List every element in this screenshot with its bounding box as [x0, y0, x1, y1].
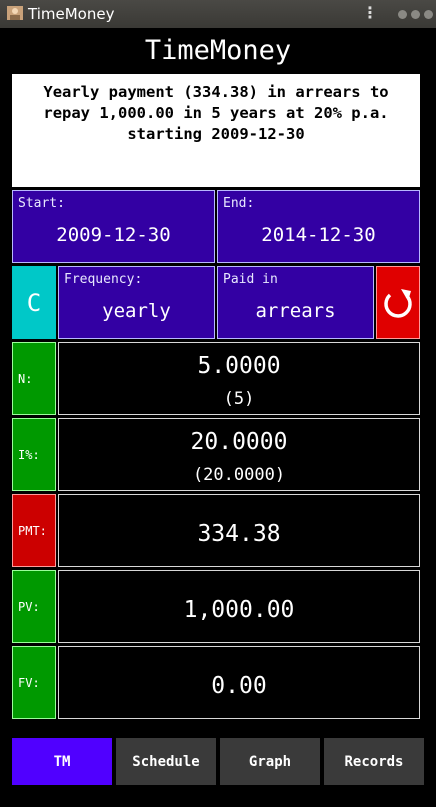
description-line: repay 1,000.00 in 5 years at 20% p.a. [43, 104, 389, 122]
i-field-button[interactable]: I%: [12, 418, 56, 491]
reset-button[interactable] [376, 266, 420, 339]
app-window: TimeMoney ⋮ TimeMoney Yearly payment (33… [0, 0, 436, 807]
n-field-button[interactable]: N: [12, 342, 56, 415]
fv-label: FV: [18, 675, 40, 690]
i-value-field[interactable]: 20.0000 (20.0000) [58, 418, 420, 491]
start-date-button[interactable]: Start: 2009-12-30 [12, 190, 215, 263]
frequency-button[interactable]: Frequency: yearly [58, 266, 215, 339]
frequency-label: Frequency: [64, 272, 143, 287]
pmt-label: PMT: [18, 523, 47, 538]
end-label: End: [223, 196, 255, 211]
n-value-field[interactable]: 5.0000 (5) [58, 342, 420, 415]
pv-field-button[interactable]: PV: [12, 570, 56, 643]
description-line: starting 2009-12-30 [127, 125, 305, 143]
n-label: N: [18, 371, 33, 386]
tab-graph[interactable]: Graph [220, 738, 320, 785]
reset-icon [384, 288, 412, 318]
window-title: TimeMoney [28, 5, 115, 23]
paid-in-button[interactable]: Paid in arrears [217, 266, 374, 339]
fv-value: 0.00 [211, 673, 267, 699]
maximize-button[interactable] [411, 10, 420, 19]
menu-kebab-icon[interactable]: ⋮ [362, 3, 378, 22]
start-value: 2009-12-30 [56, 224, 171, 246]
n-value: 5.0000 [197, 353, 281, 379]
tab-schedule[interactable]: Schedule [116, 738, 216, 785]
description-panel: Yearly payment (334.38) in arrears to re… [12, 74, 420, 187]
minimize-button[interactable] [398, 10, 407, 19]
n-detail: (5) [223, 389, 255, 409]
clear-button[interactable]: C [12, 266, 56, 339]
end-value: 2014-12-30 [261, 224, 376, 246]
paid-in-value: arrears [255, 300, 336, 322]
pv-label: PV: [18, 599, 40, 614]
pv-value-field[interactable]: 1,000.00 [58, 570, 420, 643]
end-date-button[interactable]: End: 2014-12-30 [217, 190, 420, 263]
pmt-field-button[interactable]: PMT: [12, 494, 56, 567]
title-bar: TimeMoney ⋮ [0, 0, 436, 28]
i-detail: (20.0000) [192, 465, 286, 485]
pv-value: 1,000.00 [183, 597, 295, 623]
tab-records[interactable]: Records [324, 738, 424, 785]
frequency-value: yearly [102, 300, 171, 322]
paid-in-label: Paid in [223, 272, 278, 287]
tab-tm[interactable]: TM [12, 738, 112, 785]
i-value: 20.0000 [190, 429, 288, 455]
close-button[interactable] [424, 10, 433, 19]
pmt-value: 334.38 [197, 521, 281, 547]
app-icon [7, 6, 23, 20]
fv-field-button[interactable]: FV: [12, 646, 56, 719]
start-label: Start: [18, 196, 65, 211]
description-line: Yearly payment (334.38) in arrears to [43, 83, 389, 101]
app-title: TimeMoney [144, 35, 292, 66]
fv-value-field[interactable]: 0.00 [58, 646, 420, 719]
i-label: I%: [18, 447, 40, 462]
pmt-value-field[interactable]: 334.38 [58, 494, 420, 567]
